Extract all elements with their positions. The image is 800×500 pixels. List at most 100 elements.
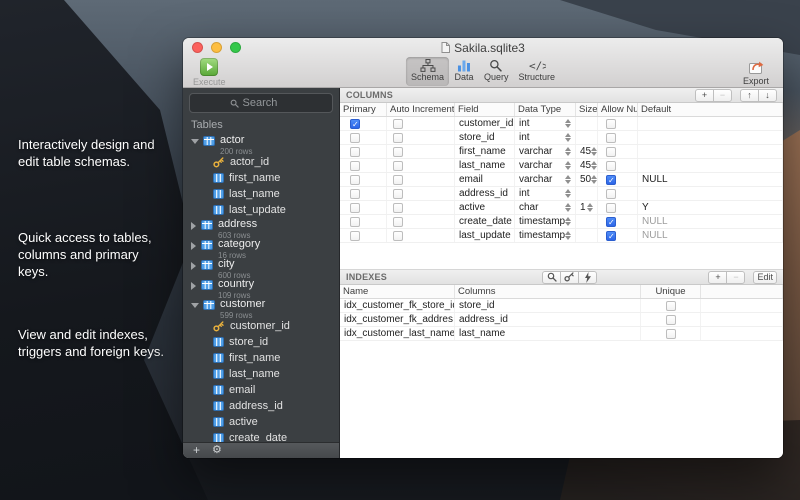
size-cell[interactable]: 1 [576, 201, 598, 214]
auto-increment-checkbox[interactable] [393, 119, 403, 129]
primary-checkbox[interactable] [350, 175, 360, 185]
column-header-data-type[interactable]: Data Type [515, 103, 576, 116]
execute-button[interactable]: Execute [193, 58, 226, 87]
search-input[interactable] [243, 97, 293, 109]
actions-gear-icon[interactable]: ⚙ [212, 444, 222, 457]
sidebar-field-last_name[interactable]: last_name [183, 366, 339, 382]
column-header-size[interactable]: Size [576, 103, 598, 116]
value-stepper[interactable] [591, 161, 597, 170]
disclosure-triangle[interactable] [191, 242, 196, 250]
sidebar-field-actor_id[interactable]: actor_id [183, 154, 339, 170]
value-stepper[interactable] [565, 119, 571, 128]
auto-increment-checkbox[interactable] [393, 217, 403, 227]
data-type-cell[interactable]: varchar [515, 159, 576, 172]
add-table-button[interactable]: + [193, 444, 200, 457]
sidebar-field-active[interactable]: active [183, 414, 339, 430]
column-header-primary[interactable]: Primary [340, 103, 387, 116]
disclosure-triangle[interactable] [191, 303, 199, 308]
data-type-cell[interactable]: int [515, 131, 576, 144]
size-cell[interactable]: 45 [576, 159, 598, 172]
remove-column-button[interactable]: − [713, 89, 732, 102]
primary-checkbox[interactable] [350, 133, 360, 143]
value-stepper[interactable] [565, 147, 571, 156]
column-row[interactable]: last_namevarchar45 [340, 159, 783, 173]
allow-null-checkbox[interactable] [606, 161, 616, 171]
column-row[interactable]: first_namevarchar45 [340, 145, 783, 159]
index-header-unique[interactable]: Unique [641, 285, 701, 298]
data-type-cell[interactable]: timestamp [515, 215, 576, 228]
unique-checkbox[interactable] [666, 301, 676, 311]
default-cell[interactable]: Y [638, 201, 783, 214]
data-type-cell[interactable]: timestamp [515, 229, 576, 242]
primary-checkbox[interactable] [350, 189, 360, 199]
column-row[interactable]: customer_idint [340, 117, 783, 131]
column-header-default[interactable]: Default [638, 103, 783, 116]
allow-null-checkbox[interactable] [606, 133, 616, 143]
allow-null-checkbox[interactable] [606, 203, 616, 213]
allow-null-checkbox[interactable] [606, 147, 616, 157]
default-cell[interactable]: NULL [638, 229, 783, 242]
tab-data[interactable]: Data [449, 57, 479, 86]
indexes-keys-button[interactable] [560, 271, 579, 284]
default-cell[interactable]: NULL [638, 215, 783, 228]
move-column-up-button[interactable]: ↑ [740, 89, 759, 102]
close-button[interactable] [192, 42, 203, 53]
size-cell[interactable] [576, 131, 598, 144]
disclosure-triangle[interactable] [191, 262, 196, 270]
disclosure-triangle[interactable] [191, 222, 196, 230]
tab-schema[interactable]: Schema [406, 57, 449, 86]
sidebar-field-store_id[interactable]: store_id [183, 334, 339, 350]
data-type-cell[interactable]: varchar [515, 173, 576, 186]
size-cell[interactable]: 50 [576, 173, 598, 186]
primary-checkbox[interactable] [350, 147, 360, 157]
sidebar-table-city[interactable]: city600 rows [183, 258, 339, 278]
sidebar-table-customer[interactable]: customer599 rows [183, 298, 339, 318]
unique-checkbox[interactable] [666, 315, 676, 325]
index-row[interactable]: idx_customer_fk_addres…address_id [340, 313, 783, 327]
primary-checkbox[interactable] [350, 231, 360, 241]
index-row[interactable]: idx_customer_last_namelast_name [340, 327, 783, 341]
primary-checkbox[interactable] [350, 203, 360, 213]
column-row[interactable]: address_idint [340, 187, 783, 201]
value-stepper[interactable] [587, 203, 593, 212]
value-stepper[interactable] [565, 189, 571, 198]
minimize-button[interactable] [211, 42, 222, 53]
sidebar-field-last_name[interactable]: last_name [183, 186, 339, 202]
value-stepper[interactable] [565, 175, 571, 184]
data-type-cell[interactable]: int [515, 187, 576, 200]
default-cell[interactable] [638, 131, 783, 144]
index-header-columns[interactable]: Columns [455, 285, 641, 298]
sidebar-field-create_date[interactable]: create_date [183, 430, 339, 442]
size-cell[interactable] [576, 117, 598, 130]
column-row[interactable]: last_updatetimestampNULL [340, 229, 783, 243]
primary-checkbox[interactable] [350, 119, 360, 129]
indexes-triggers-button[interactable] [578, 271, 597, 284]
sidebar-table-address[interactable]: address603 rows [183, 218, 339, 238]
auto-increment-checkbox[interactable] [393, 147, 403, 157]
index-header-name[interactable]: Name [340, 285, 455, 298]
sidebar-field-address_id[interactable]: address_id [183, 398, 339, 414]
sidebar-field-last_update[interactable]: last_update [183, 202, 339, 218]
default-cell[interactable]: NULL [638, 173, 783, 186]
default-cell[interactable] [638, 117, 783, 130]
size-cell[interactable]: 45 [576, 145, 598, 158]
edit-index-button[interactable]: Edit [753, 271, 777, 284]
sidebar-field-email[interactable]: email [183, 382, 339, 398]
export-button[interactable]: Export [743, 58, 769, 86]
data-type-cell[interactable]: int [515, 117, 576, 130]
auto-increment-checkbox[interactable] [393, 175, 403, 185]
sidebar-field-customer_id[interactable]: customer_id [183, 318, 339, 334]
column-header-auto-increment[interactable]: Auto Increment [387, 103, 455, 116]
primary-checkbox[interactable] [350, 217, 360, 227]
sidebar-table-country[interactable]: country109 rows [183, 278, 339, 298]
sidebar-field-first_name[interactable]: first_name [183, 170, 339, 186]
auto-increment-checkbox[interactable] [393, 133, 403, 143]
auto-increment-checkbox[interactable] [393, 161, 403, 171]
column-row[interactable]: create_datetimestampNULL [340, 215, 783, 229]
value-stepper[interactable] [565, 203, 571, 212]
sidebar-table-actor[interactable]: actor200 rows [183, 134, 339, 154]
column-row[interactable]: store_idint [340, 131, 783, 145]
column-header-field[interactable]: Field [455, 103, 515, 116]
auto-increment-checkbox[interactable] [393, 231, 403, 241]
unique-checkbox[interactable] [666, 329, 676, 339]
